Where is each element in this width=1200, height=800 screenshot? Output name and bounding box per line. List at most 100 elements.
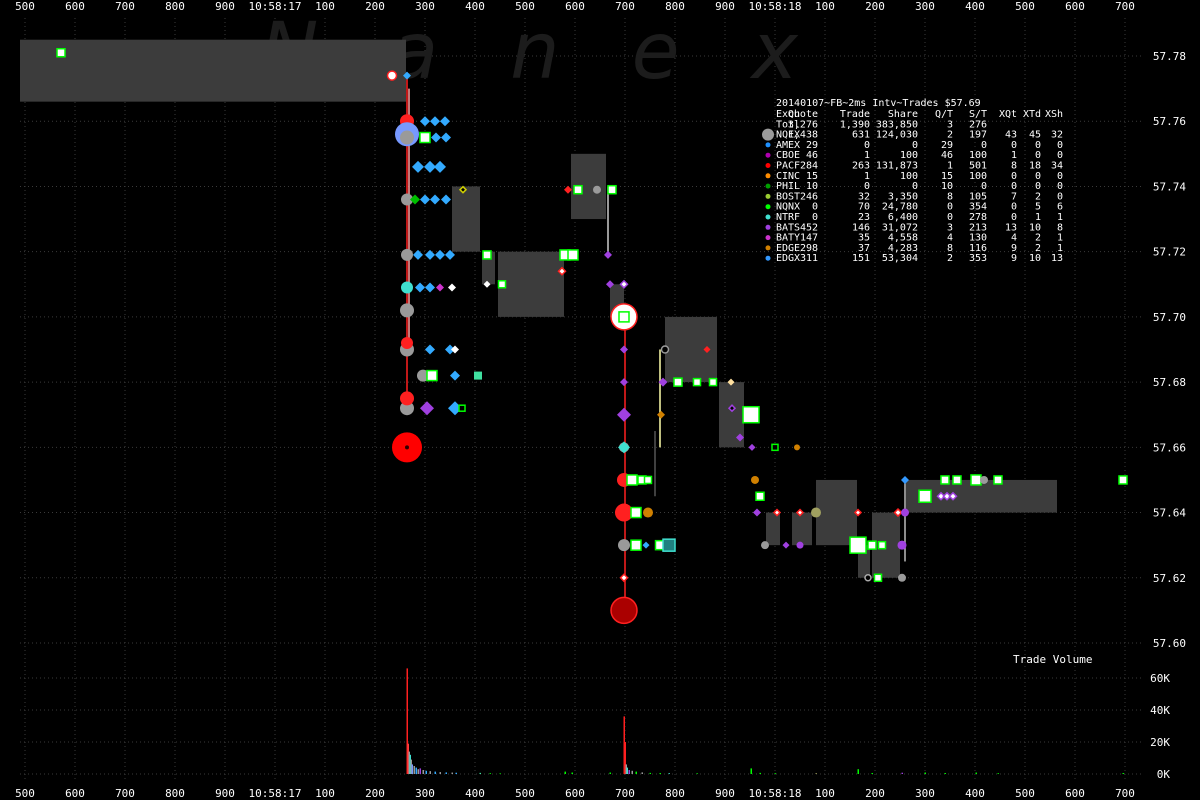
trade-marker-square (755, 491, 765, 501)
legend-header-cell: XQt (999, 109, 1017, 120)
legend-header-cell: XTd (1023, 109, 1041, 120)
volume-bar (997, 773, 999, 774)
trade-marker-diamond (642, 541, 650, 549)
x-tick-label: 100 (315, 787, 335, 800)
volume-bar (434, 771, 436, 774)
trade-marker-diamond (748, 443, 756, 451)
trade-marker-circle (401, 336, 413, 349)
volume-bar (489, 773, 491, 774)
trade-marker-diamond (441, 132, 451, 143)
trade-marker-square (970, 474, 982, 486)
quote-range-box (20, 39, 406, 102)
trade-marker-circle (400, 391, 414, 406)
volume-bar (479, 772, 481, 774)
x-tick-label: 400 (465, 787, 485, 800)
volume-bar (901, 772, 903, 774)
x-tick-label: 800 (665, 787, 685, 800)
legend-header-cell: XSh (1045, 109, 1063, 120)
trade-marker-circle (593, 185, 601, 194)
trade-marker-square (742, 405, 760, 424)
trade-marker-square (993, 475, 1003, 485)
trade-marker-diamond (657, 410, 665, 419)
price-tick-label: 57.76 (1153, 115, 1186, 128)
x-tick-label: 200 (365, 0, 385, 13)
trade-marker-diamond (420, 401, 434, 416)
volume-bar (649, 772, 651, 774)
trade-marker-diamond (425, 282, 435, 293)
trade-marker-circle (401, 281, 413, 294)
x-tick-label: 10:58:17 (249, 787, 302, 800)
trade-marker-diamond (415, 282, 425, 293)
volume-bar (659, 773, 661, 774)
volume-bar (445, 772, 447, 774)
trade-marker-square (419, 131, 431, 144)
price-tick-label: 57.60 (1153, 637, 1186, 650)
trade-marker-diamond (450, 370, 460, 381)
x-tick-label: 100 (815, 0, 835, 13)
volume-bar (571, 772, 573, 774)
x-tick-label: 400 (965, 0, 985, 13)
volume-title: Trade Volume (1013, 653, 1092, 666)
trade-marker-center (405, 445, 409, 450)
x-tick-label: 700 (615, 0, 635, 13)
legend-cell: 2 (947, 253, 953, 264)
trade-marker-diamond (434, 160, 446, 173)
legend-title: 20140107~FB~2ms Intv~Trades $57.69 (776, 98, 981, 109)
trade-marker-diamond (413, 249, 423, 260)
x-tick-label: 500 (15, 0, 35, 13)
trade-marker-circle (761, 541, 769, 550)
legend-swatch (765, 235, 771, 241)
volume-bar (641, 772, 643, 774)
volume-tick-label: 20K (1150, 736, 1170, 749)
trade-marker-circle (898, 573, 906, 582)
volume-bar (857, 769, 859, 774)
trade-marker-diamond (425, 249, 435, 260)
trade-marker-circle (643, 507, 653, 518)
trade-marker-circle (794, 444, 800, 451)
volume-bar (425, 770, 427, 774)
legend-swatch (765, 214, 771, 220)
volume-bar (1122, 773, 1124, 774)
volume-bar (871, 773, 873, 774)
quote-range-box (766, 512, 780, 546)
trade-marker-square (458, 404, 466, 412)
trade-marker-circle (401, 248, 413, 261)
trade-marker-circle (751, 475, 759, 484)
volume-bar (564, 771, 566, 774)
x-tick-label: 900 (215, 0, 235, 13)
trade-marker-square (877, 540, 887, 550)
x-tick-label: 800 (665, 0, 685, 13)
trade-marker-circle (796, 541, 804, 549)
x-tick-label: 600 (65, 0, 85, 13)
x-tick-label: 400 (965, 787, 985, 800)
volume-bar (415, 767, 417, 774)
trade-marker-circle (618, 539, 630, 552)
trade-marker-diamond (448, 283, 456, 292)
trade-marker-diamond (620, 345, 628, 354)
trade-marker-diamond (604, 250, 612, 259)
price-tick-label: 57.78 (1153, 50, 1186, 63)
trade-marker-diamond (441, 194, 451, 205)
x-tick-label: 700 (115, 0, 135, 13)
volume-bar (668, 773, 670, 774)
volume-bar (422, 770, 424, 774)
volume-bar (626, 767, 628, 774)
price-tick-label: 57.74 (1153, 180, 1186, 193)
trade-marker-diamond (431, 132, 441, 143)
volume-tick-label: 40K (1150, 704, 1170, 717)
trade-marker-square (56, 47, 66, 58)
x-tick-label: 700 (1115, 787, 1135, 800)
trade-marker-square (867, 540, 877, 550)
trade-marker-diamond (420, 116, 430, 127)
x-tick-label: 200 (365, 787, 385, 800)
trade-marker-diamond (564, 185, 572, 194)
trade-marker-square (567, 249, 579, 261)
trade-marker-square (630, 539, 642, 551)
trade-marker-square (940, 475, 950, 485)
x-tick-label: 900 (215, 787, 235, 800)
trade-marker-circle (811, 507, 821, 518)
volume-bar (759, 772, 761, 774)
trade-marker-square (849, 536, 867, 554)
trade-marker-diamond (753, 508, 761, 517)
volume-bar (499, 773, 501, 774)
